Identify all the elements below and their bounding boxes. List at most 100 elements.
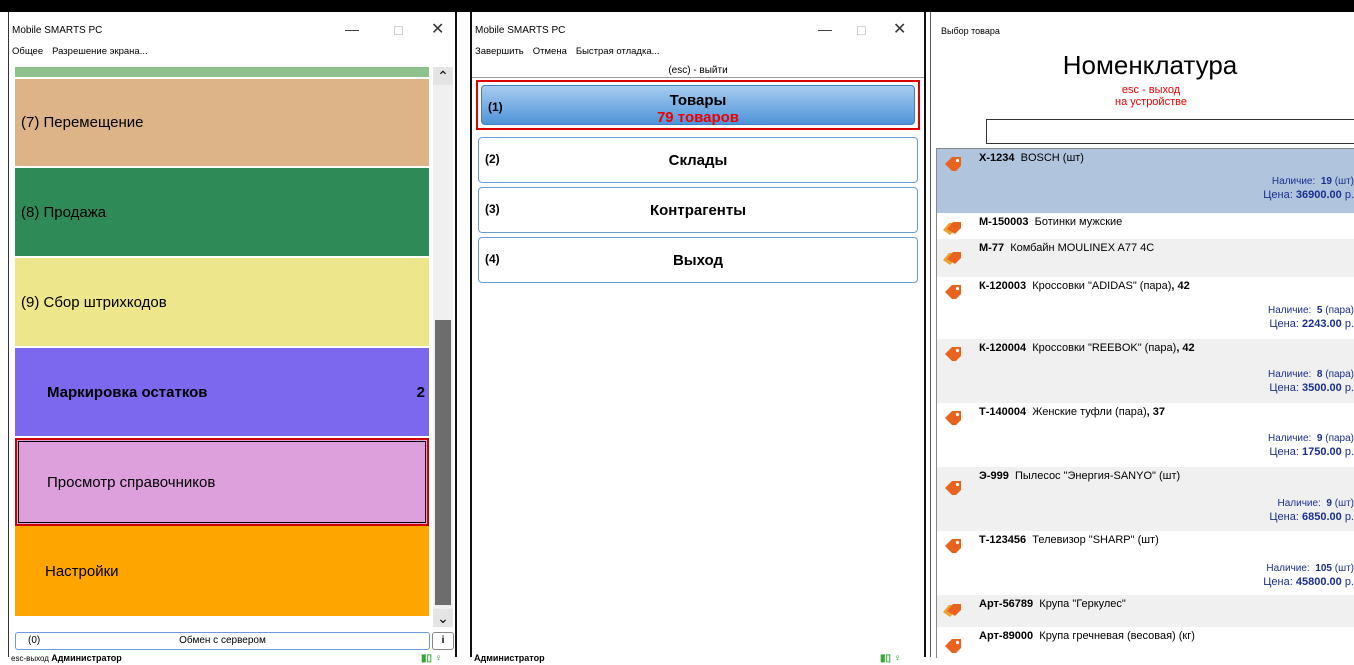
menu-item-label: (9) Сбор штрихкодов [21,293,167,311]
item-stock: Наличие: 105 (шт) [1266,563,1354,574]
menubar: Завершить Отмена Быстрая отладка... [472,46,924,60]
button-label: Выход [672,252,724,269]
minimize-icon[interactable]: — [345,21,359,37]
item-price: Цена: 3500.00 р. [1269,382,1354,394]
window-main-menu: Mobile SMARTS PC — ☐ ✕ Общее Разрешение э… [8,12,457,664]
scrollbar[interactable]: ⌃ ⌄ [433,67,453,627]
titlebar: Mobile SMARTS PC — ☐ ✕ [9,12,455,42]
list-item[interactable]: Т-140004 Женские туфли (пара), 37 Наличи… [937,403,1354,467]
item-stock: Наличие: 9 (пара) [1267,433,1354,444]
top-black-bar [0,0,1354,12]
menu-item-label: Просмотр справочников [47,473,216,491]
item-stock: Наличие: 5 (пара) [1267,305,1354,316]
menu-item-barcode-collection[interactable]: (9) Сбор штрихкодов [15,258,429,346]
button-exit[interactable]: (4) Выход [478,237,918,283]
item-stock: Наличие: 9 (шт) [1277,498,1354,509]
list-item[interactable]: Э-999 Пылесос "Энергия-SANYO" (шт) Налич… [937,467,1354,531]
close-icon[interactable]: ✕ [893,19,906,39]
menu-screen-resolution[interactable]: Разрешение экрана... [52,46,148,57]
scroll-up-icon[interactable]: ⌃ [433,67,453,85]
price-tag-icon [945,411,961,425]
esc-hint-line2: на устройстве [1115,96,1187,108]
window-title: Mobile SMARTS PC [475,25,566,36]
price-tags-icon [943,604,961,617]
menu-item-settings[interactable]: Настройки [15,526,429,616]
window-title: Mobile SMARTS PC [12,25,103,36]
price-tag-icon [945,639,961,653]
button-contractors[interactable]: (3) Контрагенты [478,187,918,233]
menubar: Общее Разрешение экрана... [9,46,455,60]
exchange-server-button[interactable]: (0) Обмен с сервером [15,632,430,650]
menu-item-label: Маркировка остатков [47,383,208,401]
scroll-down-icon[interactable]: ⌄ [433,609,453,627]
status-bar: esc-выход Администратор [11,653,122,665]
button-goods[interactable]: (1) Товары 79 товаров [476,80,920,130]
esc-hint: esc-выход [11,654,49,663]
list-item-partial[interactable] [15,67,429,77]
menu-quick-debug[interactable]: Быстрая отладка... [576,46,660,57]
item-stock: Наличие: 19 (шт) [1271,176,1354,187]
item-name: Х-1234 BOSCH (шт) [979,152,1084,164]
scrollbar-thumb[interactable] [435,320,451,605]
item-name: Т-140004 Женские туфли (пара), 37 [979,406,1166,418]
menu-item-label: (7) Перемещение [21,114,144,131]
button-label: Склады [668,152,728,169]
price-tag-icon [945,539,961,553]
list-item[interactable]: Арт-89000 Крупа гречневая (весовая) (кг) [937,627,1354,658]
item-name: Т-123456 Телевизор "SHARP" (шт) [979,534,1159,546]
battery-icon: ▮▯ ♀ [421,653,443,664]
list-item[interactable]: М-150003 Ботинки мужские [937,213,1354,239]
minimize-icon[interactable]: — [818,21,832,37]
menu-item-transfer[interactable]: (7) Перемещение [15,79,429,166]
menu-cancel[interactable]: Отмена [533,46,567,57]
price-tag-icon [945,157,961,171]
list-item[interactable]: Х-1234 BOSCH (шт) Наличие: 19 (шт) Цена:… [937,149,1354,213]
titlebar: Mobile SMARTS PC — ☐ ✕ [472,12,924,42]
menu-item-label: (8) Продажа [21,203,107,221]
list-item[interactable]: Т-123456 Телевизор "SHARP" (шт) Наличие:… [937,531,1354,595]
goods-count: 79 товаров [656,109,740,126]
price-tag-icon [945,481,961,495]
status-bar: Администратор [474,653,545,665]
search-input[interactable] [986,119,1354,144]
item-price: Цена: 1750.00 р. [1269,446,1354,458]
close-icon[interactable]: ✕ [431,19,444,39]
item-name: К-120004 Кроссовки "REEBOK" (пара), 42 [979,342,1195,354]
list-item[interactable]: К-120004 Кроссовки "REEBOK" (пара), 42 Н… [937,339,1354,403]
button-label: Товары [669,92,727,109]
window-select-goods: Выбор товара Номенклатура esc - выход на… [930,12,1354,658]
menu-item-view-directories[interactable]: Просмотр справочников [15,438,429,526]
window-title: Выбор товара [941,26,1000,36]
divider [472,77,924,78]
goods-list[interactable]: Х-1234 BOSCH (шт) Наличие: 19 (шт) Цена:… [936,148,1354,658]
list-item[interactable]: М-77 Комбайн MOULINEX A77 4C [937,239,1354,277]
item-stock: Наличие: 8 (пара) [1267,369,1354,380]
item-name: Арт-56789 Крупа "Геркулес" [979,598,1126,610]
esc-hint: (esc) - выйти [668,65,728,76]
price-tag-icon [945,285,961,299]
exchange-label: Обмен с сервером [179,635,266,646]
button-goods-face: (1) Товары 79 товаров [481,85,915,126]
item-name: М-150003 Ботинки мужские [979,216,1123,228]
maximize-icon[interactable]: ☐ [393,24,404,38]
price-tag-icon [945,347,961,361]
item-name: М-77 Комбайн MOULINEX A77 4C [979,242,1155,254]
user-name: Администратор [51,653,122,663]
item-price: Цена: 2243.00 р. [1269,318,1354,330]
item-price: Цена: 45800.00 р. [1263,576,1354,588]
button-label: Контрагенты [649,202,747,219]
menu-general[interactable]: Общее [12,46,43,57]
menu-item-sale[interactable]: (8) Продажа [15,168,429,256]
item-name: Э-999 Пылесос "Энергия-SANYO" (шт) [979,470,1181,482]
item-price: Цена: 6850.00 р. [1269,511,1354,523]
list-item[interactable]: Арт-56789 Крупа "Геркулес" [937,595,1354,627]
item-name: К-120003 Кроссовки "ADIDAS" (пара), 42 [979,280,1190,292]
list-item[interactable]: К-120003 Кроссовки "ADIDAS" (пара), 42 Н… [937,277,1354,339]
menu-finish[interactable]: Завершить [475,46,524,57]
esc-hint-line1: esc - выход [1121,84,1181,96]
button-warehouses[interactable]: (2) Склады [478,137,918,183]
maximize-icon[interactable]: ☐ [856,24,867,38]
battery-icon: ▮▯ ♀ [880,653,902,664]
menu-item-marking-stock[interactable]: Маркировка остатков 2 [15,348,429,436]
info-button[interactable]: i [432,632,454,650]
